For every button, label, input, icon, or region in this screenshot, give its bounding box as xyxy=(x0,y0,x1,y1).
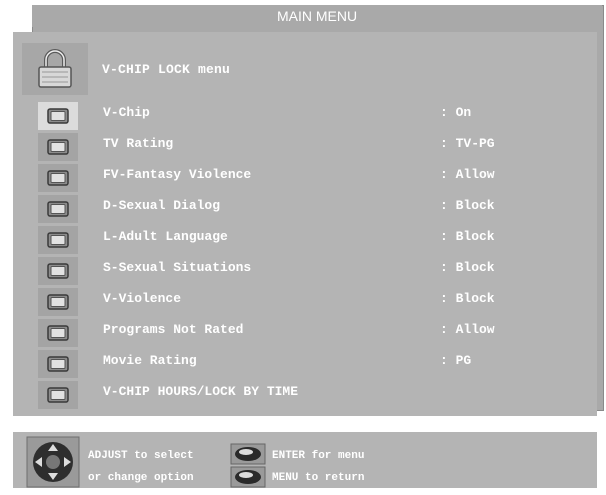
menu-item-icon xyxy=(38,226,78,254)
enter-hint: ENTER for menu xyxy=(272,450,365,462)
enter-button-icon xyxy=(230,443,266,465)
dpad-icon xyxy=(26,436,80,488)
menu-hint: MENU to return xyxy=(272,472,365,484)
menu-item-label[interactable]: V-Chip xyxy=(103,105,150,120)
tv-icon xyxy=(47,387,69,403)
menu-item-label[interactable]: FV-Fantasy Violence xyxy=(103,167,251,182)
menu-item-value[interactable]: : Allow xyxy=(440,322,495,337)
menu-item-icon xyxy=(38,288,78,316)
menu-item-value[interactable]: : Block xyxy=(440,260,495,275)
menu-item-icon xyxy=(38,133,78,161)
menu-item-value[interactable]: : Allow xyxy=(440,167,495,182)
menu-item-icon xyxy=(38,195,78,223)
vchip-panel xyxy=(13,32,597,416)
tv-icon xyxy=(47,263,69,279)
menu-item-value[interactable]: : Block xyxy=(440,198,495,213)
menu-button-icon xyxy=(230,466,266,488)
tv-icon xyxy=(47,232,69,248)
menu-item-label[interactable]: L-Adult Language xyxy=(103,229,228,244)
menu-item-icon xyxy=(38,102,78,130)
tv-icon xyxy=(47,294,69,310)
adjust-hint-line1: ADJUST to select xyxy=(88,450,194,462)
menu-item-value[interactable]: : PG xyxy=(440,353,471,368)
menu-item-icon xyxy=(38,381,78,409)
menu-item-label[interactable]: Programs Not Rated xyxy=(103,322,243,337)
tv-icon xyxy=(47,356,69,372)
tv-icon xyxy=(47,170,69,186)
menu-item-label[interactable]: D-Sexual Dialog xyxy=(103,198,220,213)
menu-item-icon xyxy=(38,164,78,192)
menu-item-label[interactable]: V-Violence xyxy=(103,291,181,306)
menu-item-value[interactable]: : Block xyxy=(440,229,495,244)
tv-icon xyxy=(47,108,69,124)
tv-icon xyxy=(47,201,69,217)
menu-item-value[interactable]: : Block xyxy=(440,291,495,306)
menu-item-label[interactable]: S-Sexual Situations xyxy=(103,260,251,275)
menu-item-icon xyxy=(38,257,78,285)
menu-item-label[interactable]: Movie Rating xyxy=(103,353,197,368)
menu-item-icon xyxy=(38,319,78,347)
menu-title: MAIN MENU xyxy=(32,5,602,27)
menu-item-label[interactable]: V-CHIP HOURS/LOCK BY TIME xyxy=(103,384,298,399)
menu-item-value[interactable]: : On xyxy=(440,105,471,120)
tv-icon xyxy=(47,139,69,155)
menu-item-value[interactable]: : TV-PG xyxy=(440,136,495,151)
tv-icon xyxy=(47,325,69,341)
lock-icon xyxy=(38,49,72,88)
menu-item-icon xyxy=(38,350,78,378)
adjust-hint-line2: or change option xyxy=(88,472,194,484)
menu-header: V-CHIP LOCK menu xyxy=(102,62,231,77)
menu-item-label[interactable]: TV Rating xyxy=(103,136,173,151)
lock-icon-box xyxy=(22,43,88,95)
